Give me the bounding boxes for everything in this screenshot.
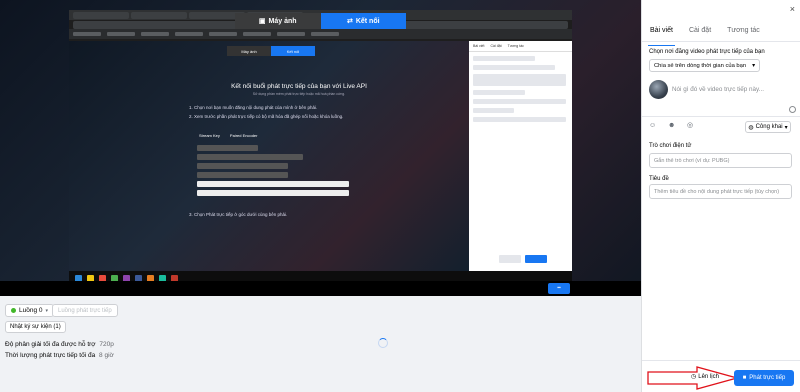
schedule-button[interactable]: ◷ Lên lịch: [691, 373, 719, 381]
max-resolution-label: Độ phân giải tối đa được hỗ trợ: [5, 341, 96, 348]
inner-key-box: [197, 142, 349, 212]
title-label: Tiêu đề: [649, 176, 669, 182]
max-duration-value: 8 giờ: [99, 352, 114, 359]
privacy-label: Công khai: [755, 124, 783, 130]
post-text-input[interactable]: Nói gì đó về video trực tiếp này...: [672, 86, 764, 93]
tab-camera[interactable]: ▣ Máy ảnh: [235, 13, 321, 29]
stream-status-dropdown[interactable]: Luồng 0 ▾: [5, 304, 55, 317]
video-camera-icon: ■: [742, 375, 747, 381]
live-preview-stage: Máy ảnh Kết nối Kết nối buổi phát trực t…: [0, 0, 641, 296]
max-resolution-value: 720p: [99, 341, 114, 348]
divider: [642, 116, 800, 117]
max-resolution-row: Độ phân giải tối đa được hỗ trợ 720p: [5, 341, 114, 348]
game-label: Trò chơi điện tử: [649, 143, 692, 149]
inner-bookmarks-bar: [69, 29, 572, 39]
live-stream-button[interactable]: Luồng phát trực tiếp: [52, 304, 118, 317]
event-log-button[interactable]: Nhật ký sự kiện (1): [5, 321, 66, 333]
tab-connect-label: Kết nối: [355, 17, 380, 25]
post-tools: ☺ ☻ ◎: [649, 122, 695, 130]
source-tabs: ▣ Máy ảnh ⇄ Kết nối: [235, 13, 406, 29]
inner-tab-camera: Máy ảnh: [227, 46, 271, 56]
tab-settings[interactable]: Cài đặt: [689, 27, 711, 41]
game-tag-input[interactable]: Gắn thẻ trò chơi (ví dụ: PUBG): [649, 153, 792, 168]
inner-title: Kết nối buổi phát trực tiếp của bạn với …: [231, 83, 367, 90]
tab-interaction[interactable]: Tương tác: [727, 27, 760, 41]
title-input[interactable]: Thêm tiêu đề cho nội dung phát trực tiếp…: [649, 184, 792, 199]
max-duration-label: Thời lượng phát trực tiếp tối đa: [5, 352, 96, 359]
destination-value: Chia sẻ trên dòng thời gian của bạn: [654, 62, 747, 69]
inner-paired-encoder-tab: Paired Encoder: [229, 133, 258, 138]
preview-page-indicator: ▪▪: [548, 283, 570, 294]
inner-browser-screenshot: Máy ảnh Kết nối Kết nối buổi phát trực t…: [69, 10, 572, 296]
clock-icon: ◷: [691, 374, 697, 380]
close-icon[interactable]: ×: [790, 4, 795, 14]
go-live-label: Phát trực tiếp: [749, 375, 786, 381]
tag-people-icon[interactable]: ☺: [649, 122, 657, 130]
stream-status-label: Luồng 0: [19, 307, 43, 314]
location-icon[interactable]: ◎: [687, 122, 695, 130]
tab-post[interactable]: Bài viết: [648, 27, 675, 46]
outer-taskbar: [0, 281, 641, 296]
post-settings-panel: × Bài viết Cài đặt Tương tác Chọn nơi đă…: [641, 0, 800, 392]
chevron-down-icon: ▾: [784, 124, 788, 131]
link-icon: ⇄: [346, 18, 353, 25]
max-duration-row: Thời lượng phát trực tiếp tối đa 8 giờ: [5, 352, 114, 359]
status-dot-icon: [11, 308, 16, 313]
inner-live-setup: Máy ảnh Kết nối Kết nối buổi phát trực t…: [69, 41, 469, 271]
inner-right-panel: Bài viết Cài đặt Tương tác: [469, 41, 572, 271]
loading-spinner-icon: [378, 338, 388, 348]
inner-steps: 1. Chọn nơi bạn muốn đăng nội dung phát …: [189, 103, 399, 121]
inner-subtitle: Sử dụng phần mềm phát trực tiếp hoặc mã …: [252, 92, 346, 96]
inner-key-tabs: Stream Key Paired Encoder: [199, 133, 257, 138]
inner-step-2: 2. Xem trước phần phát trực tiếp có bộ m…: [189, 114, 344, 119]
chevron-down-icon: ▾: [45, 307, 49, 314]
schedule-label: Lên lịch: [698, 373, 719, 380]
globe-icon: ◍: [748, 124, 754, 131]
panel-tabs: Bài viết Cài đặt Tương tác: [642, 27, 800, 46]
inner-tabs: Máy ảnh Kết nối: [227, 46, 315, 56]
inner-step-3: 3. Chọn Phát trực tiếp ở góc dưới cùng b…: [189, 212, 288, 217]
inner-stream-key-tab: Stream Key: [199, 133, 220, 138]
inner-tab-connect: Kết nối: [271, 46, 315, 56]
feeling-icon[interactable]: ☻: [668, 122, 676, 130]
chevron-down-icon: ▾: [752, 62, 755, 69]
choose-destination-label: Chọn nơi đăng video phát trực tiếp của b…: [649, 49, 765, 55]
destination-select[interactable]: Chia sẻ trên dòng thời gian của bạn ▾: [649, 59, 760, 72]
tab-connect[interactable]: ⇄ Kết nối: [320, 13, 406, 29]
inner-right-tabs: Bài viết Cài đặt Tương tác: [469, 41, 572, 52]
tab-camera-label: Máy ảnh: [268, 17, 297, 25]
camera-icon: ▣: [258, 18, 266, 25]
avatar: [649, 80, 668, 99]
go-live-button[interactable]: ■ Phát trực tiếp: [734, 370, 794, 386]
privacy-selector[interactable]: ◍ Công khai ▾: [745, 121, 791, 133]
inner-step-1: 1. Chọn nơi bạn muốn đăng nội dung phát …: [189, 105, 318, 110]
emoji-icon[interactable]: [789, 106, 796, 113]
